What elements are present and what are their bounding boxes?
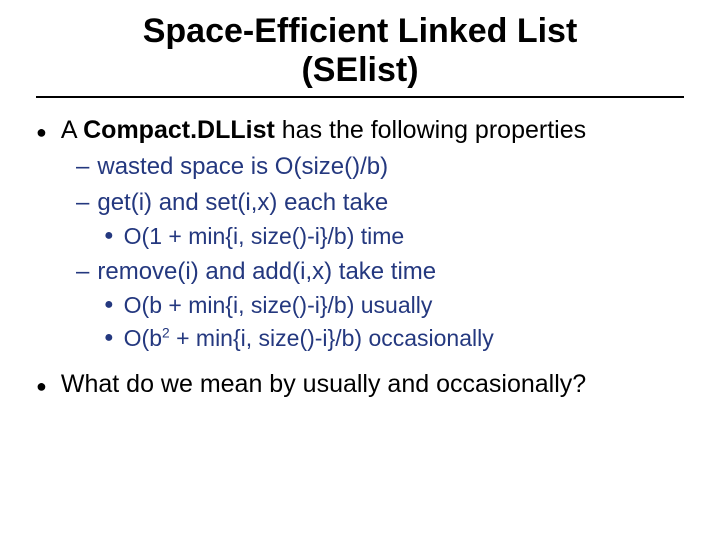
subsubbullet-text: O(1 + min{i, size()-i}/b) time	[124, 223, 405, 250]
dash-icon: –	[76, 258, 89, 286]
subsubbullet-text: O(b + min{i, size()-i}/b) usually	[124, 292, 433, 319]
subbullet-text: get(i) and set(i,x) each take	[97, 189, 388, 217]
title-rule	[36, 96, 684, 98]
subsubbullet-get-set-time: ● O(1 + min{i, size()-i}/b) time	[104, 223, 684, 250]
subsubbullet-usual-time: ● O(b + min{i, size()-i}/b) usually	[104, 292, 684, 319]
text-tail: y?	[560, 370, 586, 398]
text-pre: A	[61, 116, 83, 144]
subbullet-remove-add: – remove(i) and add(i,x) take time	[76, 258, 684, 286]
bullet-compactdllist: ● A Compact.DLList has the following pro…	[36, 116, 684, 145]
bullet-dot-icon: ●	[104, 296, 114, 314]
subsubbullet-text: O(b2 + min{i, size()-i}/b) occasionally	[124, 325, 494, 352]
slide-title: Space-Efficient Linked List (SElist)	[36, 12, 684, 90]
bullet-dot-icon: ●	[36, 376, 47, 397]
dash-icon: –	[76, 189, 89, 217]
bullet-dot-icon: ●	[104, 329, 114, 347]
subbullet-get-set: – get(i) and set(i,x) each take	[76, 189, 684, 217]
title-line-1: Space-Efficient Linked List	[143, 12, 578, 50]
compactdllist-bold: Compact.DLList	[83, 116, 275, 144]
text-post: has the following properties	[275, 116, 586, 144]
dash-icon: –	[76, 153, 89, 181]
bullet-text: A Compact.DLList has the following prope…	[61, 116, 586, 145]
slide: Space-Efficient Linked List (SElist) ● A…	[0, 0, 720, 399]
title-line-2: (SElist)	[301, 51, 418, 89]
superscript-2: 2	[162, 326, 170, 341]
text-main: What do we mean by usually and occasiona…	[61, 370, 560, 398]
subbullet-text: remove(i) and add(i,x) take time	[97, 258, 436, 286]
subbullet-text: wasted space is O(size()/b)	[97, 153, 388, 181]
text-pre: O(b	[124, 325, 162, 351]
bullet-dot-icon: ●	[104, 227, 114, 245]
bullet-text: What do we mean by usually and occasiona…	[61, 370, 586, 399]
subsubbullet-occasional-time: ● O(b2 + min{i, size()-i}/b) occasionall…	[104, 325, 684, 352]
subbullet-wasted-space: – wasted space is O(size()/b)	[76, 153, 684, 181]
bullet-dot-icon: ●	[36, 122, 47, 143]
bullet-question: ● What do we mean by usually and occasio…	[36, 370, 684, 399]
text-post: + min{i, size()-i}/b) occasionally	[170, 325, 494, 351]
